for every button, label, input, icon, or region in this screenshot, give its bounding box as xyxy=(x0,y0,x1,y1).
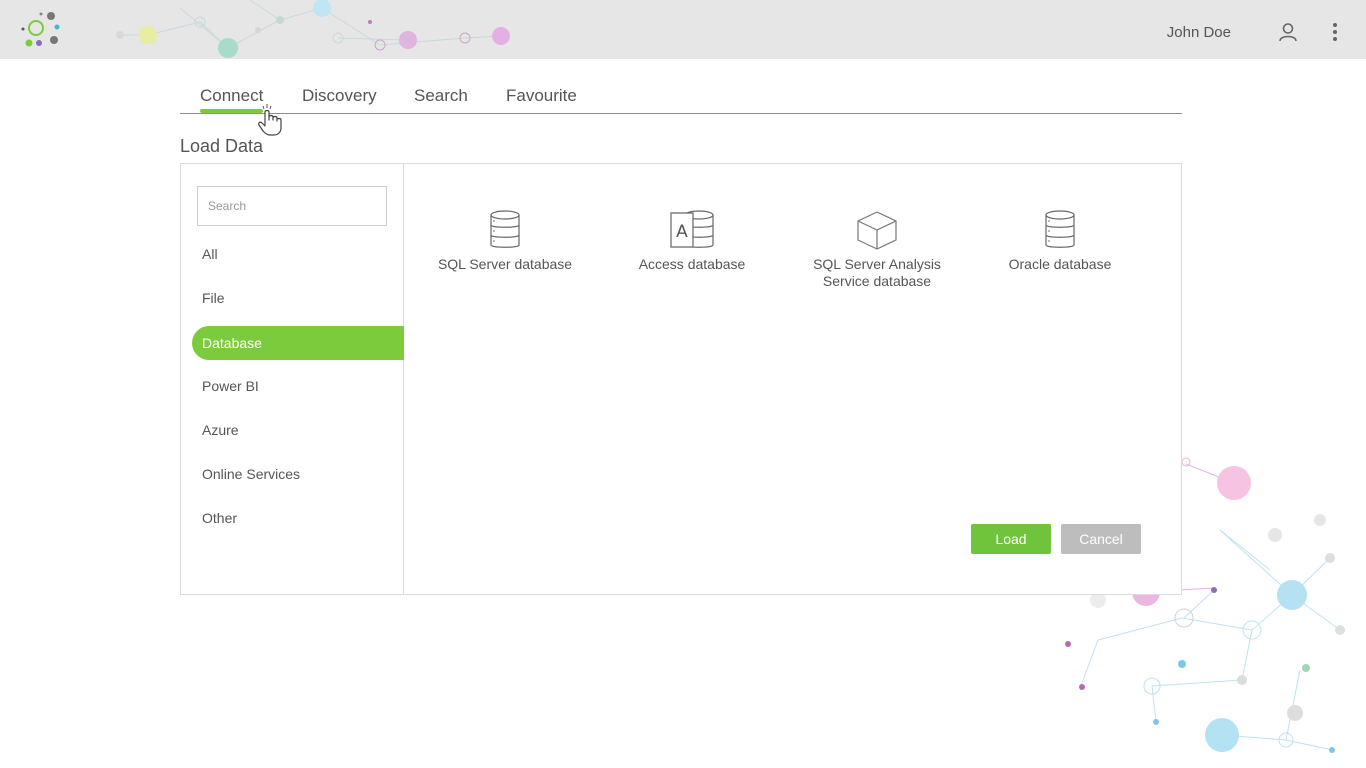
database-icon xyxy=(1045,210,1075,248)
category-file[interactable]: File xyxy=(192,281,404,315)
category-other[interactable]: Other xyxy=(192,501,404,535)
tab-favourite[interactable]: Favourite xyxy=(506,86,577,110)
user-icon[interactable] xyxy=(1278,22,1298,42)
search-input[interactable] xyxy=(197,186,387,226)
tab-search[interactable]: Search xyxy=(414,86,468,110)
source-sql-server[interactable]: SQL Server database xyxy=(437,210,573,273)
svg-text:A: A xyxy=(676,222,688,242)
top-bar: John Doe xyxy=(0,0,1366,59)
hand-cursor-icon xyxy=(258,104,282,136)
category-all[interactable]: All xyxy=(192,237,404,271)
cancel-button[interactable]: Cancel xyxy=(1061,524,1141,554)
source-label-line2: Service database xyxy=(822,273,932,289)
more-vertical-icon[interactable] xyxy=(1330,22,1340,42)
access-database-icon: A xyxy=(670,210,714,248)
category-power-bi[interactable]: Power BI xyxy=(192,369,404,403)
section-title: Load Data xyxy=(180,136,264,156)
tab-discovery[interactable]: Discovery xyxy=(302,86,377,110)
source-label: Access database xyxy=(638,256,746,272)
category-database[interactable]: Database xyxy=(192,326,404,360)
category-azure[interactable]: Azure xyxy=(192,413,404,447)
logo-icon xyxy=(21,12,60,47)
load-data-panel: All File Database Power BI Azure Online … xyxy=(180,163,1182,595)
header-network-decoration xyxy=(116,0,510,58)
user-name[interactable]: John Doe xyxy=(1167,24,1231,41)
database-icon xyxy=(490,210,520,248)
category-sidebar: All File Database Power BI Azure Online … xyxy=(181,164,404,594)
main-tabs: Connect Discovery Search Favourite xyxy=(180,86,1182,114)
source-label: SQL Server database xyxy=(437,256,573,272)
category-online-services[interactable]: Online Services xyxy=(192,457,404,491)
source-oracle[interactable]: Oracle database xyxy=(997,210,1123,273)
source-access[interactable]: A Access database xyxy=(629,210,755,273)
source-label-line1: SQL Server Analysis xyxy=(813,256,941,272)
source-sql-analysis[interactable]: SQL Server Analysis Service database xyxy=(809,210,945,290)
source-label: Oracle database xyxy=(1008,256,1112,272)
load-button[interactable]: Load xyxy=(971,524,1051,554)
cube-icon xyxy=(857,211,897,250)
tab-connect[interactable]: Connect xyxy=(200,86,264,113)
